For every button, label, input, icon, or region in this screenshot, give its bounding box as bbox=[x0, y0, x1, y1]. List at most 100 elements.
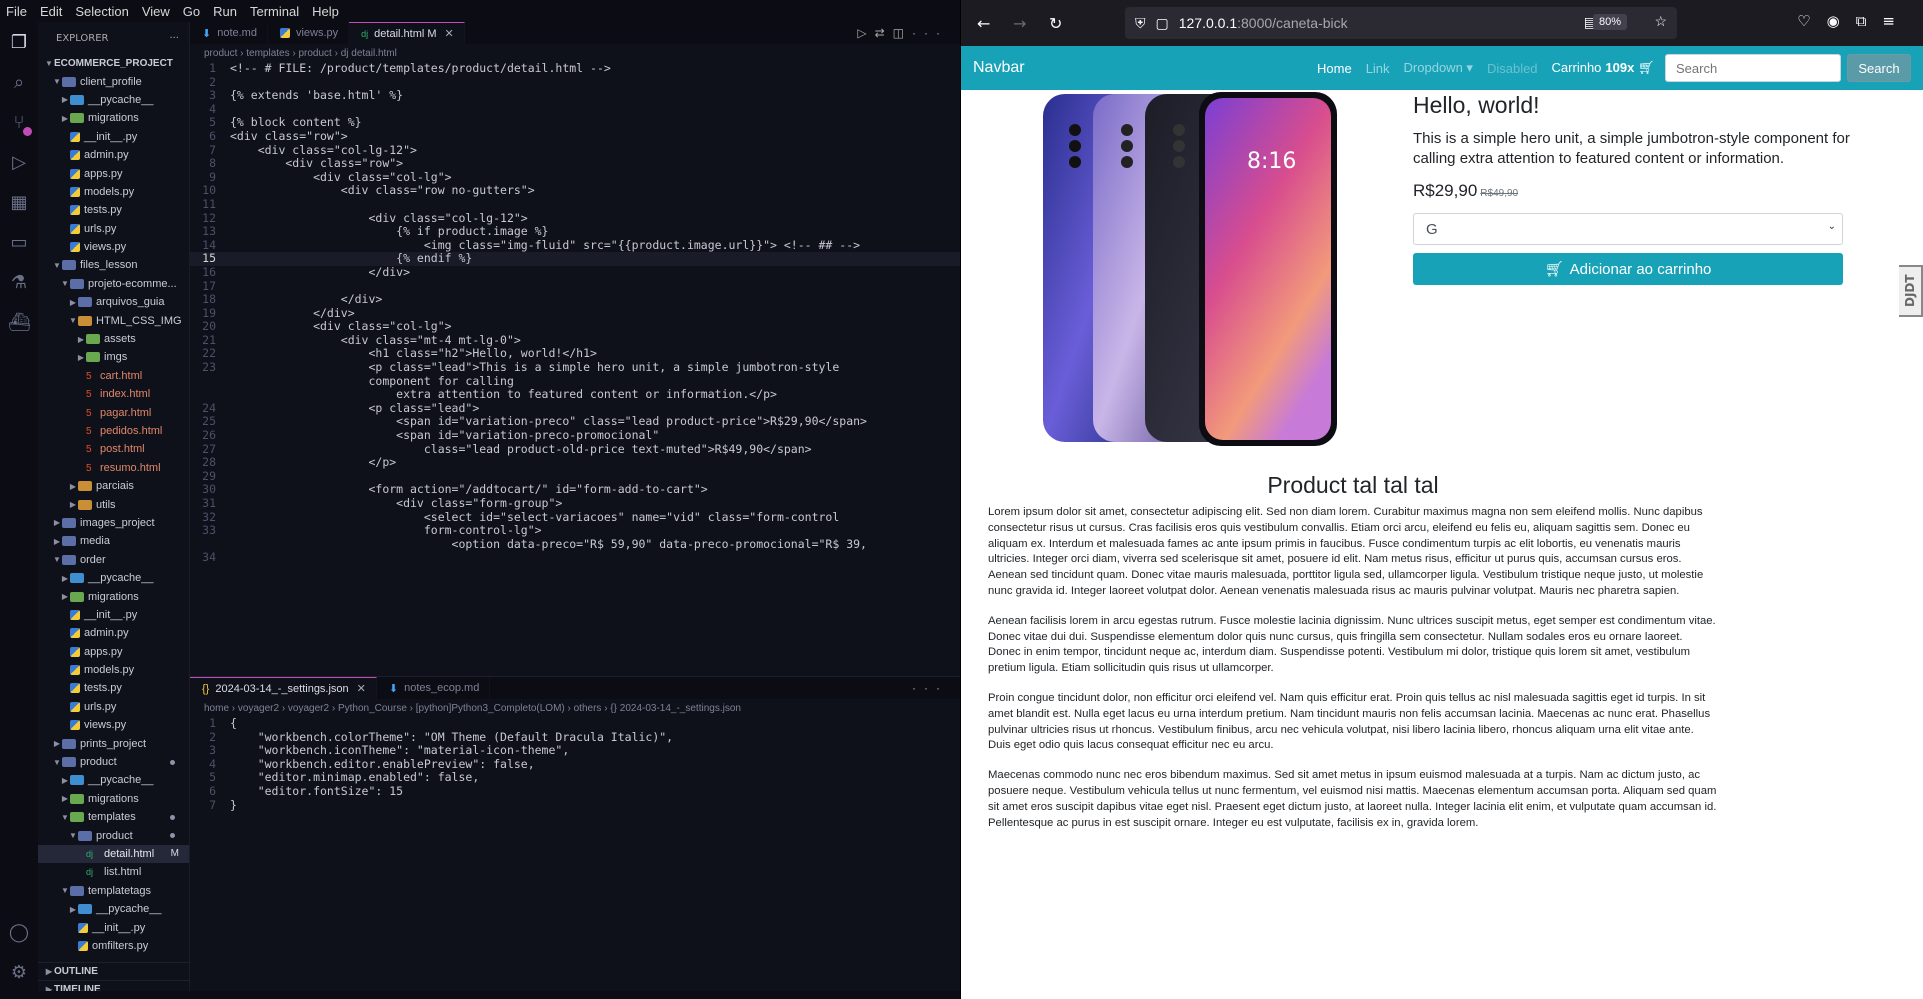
code-line[interactable]: 31 <div class="form-group"> bbox=[190, 496, 960, 511]
tree-item[interactable]: 5 pagar.html bbox=[38, 403, 189, 421]
files-icon[interactable]: ❐ bbox=[8, 32, 30, 54]
code-line[interactable]: 1{ bbox=[190, 716, 960, 731]
code-line[interactable]: 5 "editor.minimap.enabled": false, bbox=[190, 771, 960, 785]
tree-item[interactable]: ▶ media bbox=[38, 532, 189, 550]
code-line[interactable]: 30 <form action="/addtocart/" id="form-a… bbox=[190, 483, 960, 497]
code-line[interactable]: 3 {% extends 'base.html' %} bbox=[190, 89, 960, 103]
tree-item[interactable]: dj list.html bbox=[38, 863, 189, 881]
menu-help[interactable]: Help bbox=[312, 4, 339, 19]
tree-item[interactable]: urls.py bbox=[38, 220, 189, 238]
compare-icon[interactable]: ⇄ bbox=[875, 26, 893, 40]
code-line[interactable]: 23 <p class="lead">This is a simple hero… bbox=[190, 360, 960, 375]
menu-terminal[interactable]: Terminal bbox=[250, 4, 299, 19]
menu-icon[interactable]: ≡ bbox=[1882, 12, 1911, 30]
code-line[interactable]: 34 bbox=[190, 551, 960, 565]
run-icon[interactable]: ▷ bbox=[857, 26, 874, 40]
code-line[interactable]: 33 form-control-lg"> bbox=[190, 524, 960, 538]
tab-notes-md[interactable]: ⬇ notes_ecop.md bbox=[377, 677, 491, 699]
menu-selection[interactable]: Selection bbox=[75, 4, 128, 19]
nav-dropdown[interactable]: Dropdown ▾ bbox=[1404, 60, 1473, 76]
tree-item[interactable]: dj detail.html M bbox=[38, 844, 189, 864]
account-icon[interactable]: ◯ bbox=[8, 922, 30, 944]
tree-item[interactable]: 5 index.html bbox=[38, 385, 189, 403]
tree-item[interactable]: 5 resumo.html bbox=[38, 459, 189, 477]
tree-item[interactable]: models.py bbox=[38, 661, 189, 679]
code-line[interactable]: 18 </div> bbox=[190, 292, 960, 307]
tree-item[interactable]: ▶ __pycache__ bbox=[38, 771, 189, 789]
code-line[interactable]: 5 {% block content %} bbox=[190, 116, 960, 130]
code-line[interactable]: 6 "editor.fontSize": 15 bbox=[190, 784, 960, 799]
variation-select[interactable]: G ⌄ bbox=[1413, 213, 1843, 245]
extensions-icon[interactable]: ▦ bbox=[8, 192, 30, 214]
code-line[interactable]: 26 <span id="variation-preco-promocional… bbox=[190, 428, 960, 443]
tree-item[interactable]: ▼ templates bbox=[38, 808, 189, 826]
search-button[interactable]: Search bbox=[1847, 54, 1911, 82]
tree-item[interactable]: ▼ HTML_CSS_IMG bbox=[38, 311, 189, 329]
tree-item[interactable]: ▼ projeto-ecomme... bbox=[38, 275, 189, 293]
tree-item[interactable]: 5 pedidos.html bbox=[38, 422, 189, 440]
project-root[interactable]: ▼ ECOMMERCE_PROJECT bbox=[38, 54, 189, 72]
code-line[interactable]: 4 "workbench.editor.enablePreview": fals… bbox=[190, 757, 960, 772]
code-line[interactable]: 27 class="lead product-old-price text-mu… bbox=[190, 442, 960, 457]
remote-explorer-icon[interactable]: ▭ bbox=[8, 232, 30, 254]
code-line[interactable]: 17 bbox=[190, 279, 960, 294]
code-area[interactable]: 1 <!-- # FILE: /product/templates/product… bbox=[190, 61, 960, 565]
tree-item[interactable]: __init__.py bbox=[38, 128, 189, 146]
split-editor-icon[interactable]: ◫ bbox=[893, 26, 912, 40]
tree-item[interactable]: ▶ prints_project bbox=[38, 734, 189, 752]
code-line[interactable]: 14 <img class="img-fluid" src="{{product… bbox=[190, 238, 960, 253]
tree-item[interactable]: ▶ parciais bbox=[38, 477, 189, 495]
breadcrumb[interactable]: product › templates › product › dj detai… bbox=[190, 44, 960, 62]
forward-icon[interactable]: → bbox=[1013, 14, 1049, 33]
tree-item[interactable]: ▶ images_project bbox=[38, 514, 189, 532]
reload-icon[interactable]: ↻ bbox=[1049, 14, 1085, 33]
code-line[interactable]: 19 </div> bbox=[190, 306, 960, 321]
tab-note-md[interactable]: ⬇ note.md bbox=[190, 22, 268, 44]
settings-gear-icon[interactable]: ⚙ bbox=[8, 962, 30, 984]
tree-item[interactable]: ▶ __pycache__ bbox=[38, 900, 189, 918]
tree-item[interactable]: ▶ migrations bbox=[38, 790, 189, 808]
tree-item[interactable]: __init__.py bbox=[38, 918, 189, 936]
code-line[interactable]: 24 <p class="lead"> bbox=[190, 401, 960, 416]
tree-item[interactable]: ▶ migrations bbox=[38, 109, 189, 127]
close-icon[interactable]: ✕ bbox=[445, 27, 454, 40]
tree-item[interactable]: tests.py bbox=[38, 679, 189, 697]
menu-edit[interactable]: Edit bbox=[40, 4, 62, 19]
code-line[interactable]: 21 <div class="mt-4 mt-lg-0"> bbox=[190, 333, 960, 348]
code-line[interactable]: 2 "workbench.colorTheme": "OM Theme (Def… bbox=[190, 730, 960, 745]
code-line[interactable]: 22 <h1 class="h2">Hello, world!</h1> bbox=[190, 347, 960, 361]
code-line[interactable]: 4 bbox=[190, 102, 960, 117]
run-debug-icon[interactable]: ▷ bbox=[8, 152, 30, 174]
menu-run[interactable]: Run bbox=[213, 4, 237, 19]
django-debug-toolbar-handle[interactable]: DJDT bbox=[1899, 265, 1923, 317]
zoom-level[interactable]: 80% bbox=[1592, 14, 1627, 30]
code-line[interactable]: 6 <div class="row"> bbox=[190, 129, 960, 144]
code-line[interactable]: 15 {% endif %} bbox=[190, 252, 960, 266]
nav-cart[interactable]: Carrinho 109x 🛒︎ bbox=[1552, 60, 1669, 76]
tree-item[interactable]: views.py bbox=[38, 238, 189, 256]
menu-go[interactable]: Go bbox=[183, 4, 200, 19]
menu-view[interactable]: View bbox=[142, 4, 170, 19]
extensions-icon[interactable]: ⧉ bbox=[1856, 12, 1883, 30]
testing-icon[interactable]: ⚗ bbox=[8, 272, 30, 294]
code-line[interactable]: 7} bbox=[190, 798, 960, 813]
code-line[interactable]: 20 <div class="col-lg"> bbox=[190, 320, 960, 334]
tree-item[interactable]: admin.py bbox=[38, 146, 189, 164]
code-line[interactable]: 28 </p> bbox=[190, 456, 960, 470]
tree-item[interactable]: urls.py bbox=[38, 698, 189, 716]
back-icon[interactable]: ← bbox=[977, 14, 1013, 33]
source-control-icon[interactable]: ⑂ bbox=[8, 112, 32, 136]
tree-item[interactable]: ▼ product bbox=[38, 826, 189, 844]
nav-home[interactable]: Home bbox=[1317, 61, 1352, 76]
more-icon[interactable]: ··· bbox=[912, 26, 948, 40]
tree-item[interactable]: models.py bbox=[38, 183, 189, 201]
code-line[interactable]: 11 bbox=[190, 197, 960, 212]
menu-file[interactable]: File bbox=[6, 4, 27, 19]
docker-icon[interactable]: ⛴ bbox=[8, 312, 31, 334]
tree-item[interactable]: ▶ __pycache__ bbox=[38, 569, 189, 587]
tree-item[interactable]: ▶ utils bbox=[38, 495, 189, 513]
nav-link[interactable]: Link bbox=[1366, 61, 1390, 76]
code-line[interactable]: <option data-preco="R$ 59,90" data-preco… bbox=[190, 537, 960, 552]
tree-item[interactable]: apps.py bbox=[38, 164, 189, 182]
tree-item[interactable]: tests.py bbox=[38, 201, 189, 219]
